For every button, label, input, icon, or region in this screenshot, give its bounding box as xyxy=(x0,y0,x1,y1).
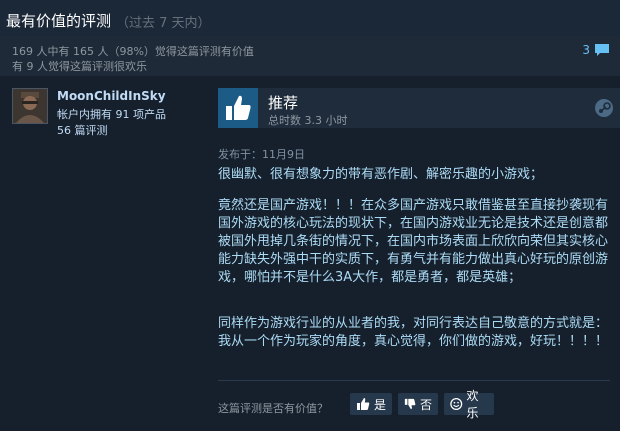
playtime-hours: 总时数 3.3 小时 xyxy=(268,114,348,127)
section-title: 最有价值的评测 xyxy=(6,12,112,30)
steam-icon xyxy=(595,99,613,117)
review-paragraph: 同样作为游戏行业的从业者的我，对同行表达自己敬意的方式就是：我从一个作为玩家的角… xyxy=(218,316,609,349)
thumbs-up-icon xyxy=(226,95,251,120)
comments-link[interactable]: 3 xyxy=(582,43,610,57)
comment-icon[interactable] xyxy=(594,43,610,57)
vote-no-button[interactable]: 否 xyxy=(398,393,438,415)
review-paragraph: 很幽默、很有想象力的带有恶作剧、解密乐趣的小游戏； xyxy=(218,167,544,182)
user-review-count[interactable]: 56 篇评测 xyxy=(57,122,108,138)
vote-no-label[interactable]: 否 xyxy=(420,396,432,413)
divider xyxy=(218,380,610,381)
smiley-icon xyxy=(450,398,463,410)
review-card: 169 人中有 165 人（98%）觉得这篇评测有价值 有 9 人觉得这篇评测很… xyxy=(0,36,620,431)
helpful-question: 这篇评测是否有价值？ xyxy=(218,402,328,415)
review-stats-bar: 169 人中有 165 人（98%）觉得这篇评测有价值 有 9 人觉得这篇评测很… xyxy=(0,36,620,76)
section-header: 最有价值的评测 （过去 7 天内） xyxy=(0,0,620,36)
thumbs-up-icon xyxy=(356,398,370,410)
avatar-image[interactable] xyxy=(13,89,47,123)
post-date: 发布于：11月9日 xyxy=(218,148,305,161)
vote-yes-button[interactable]: 是 xyxy=(350,393,392,415)
avatar[interactable] xyxy=(12,88,48,124)
section-subtitle: （过去 7 天内） xyxy=(116,16,211,31)
thumbs-down-icon xyxy=(404,398,416,410)
helpful-count: 169 人中有 165 人（98%）觉得这篇评测有价值 xyxy=(12,45,254,58)
user-name[interactable]: MoonChildInSky xyxy=(57,89,166,103)
comments-count[interactable]: 3 xyxy=(582,43,590,57)
vote-funny-label[interactable]: 欢乐 xyxy=(467,387,488,421)
recommendation-verdict: 推荐 xyxy=(268,94,299,112)
review-paragraph: 竟然还是国产游戏！！！在众多国产游戏只敢借鉴甚至直接抄袭现有国外游戏的核心玩法的… xyxy=(218,198,609,285)
vote-funny-button[interactable]: 欢乐 xyxy=(444,389,494,420)
funny-count: 有 9 人觉得这篇评测很欢乐 xyxy=(12,60,147,73)
recommendation-header[interactable]: 推荐 总时数 3.3 小时 xyxy=(218,88,620,128)
thumbs-up-badge[interactable] xyxy=(218,88,258,128)
vote-yes-label[interactable]: 是 xyxy=(374,396,386,413)
user-games-owned[interactable]: 帐户内拥有 91 项产品 xyxy=(57,106,166,122)
